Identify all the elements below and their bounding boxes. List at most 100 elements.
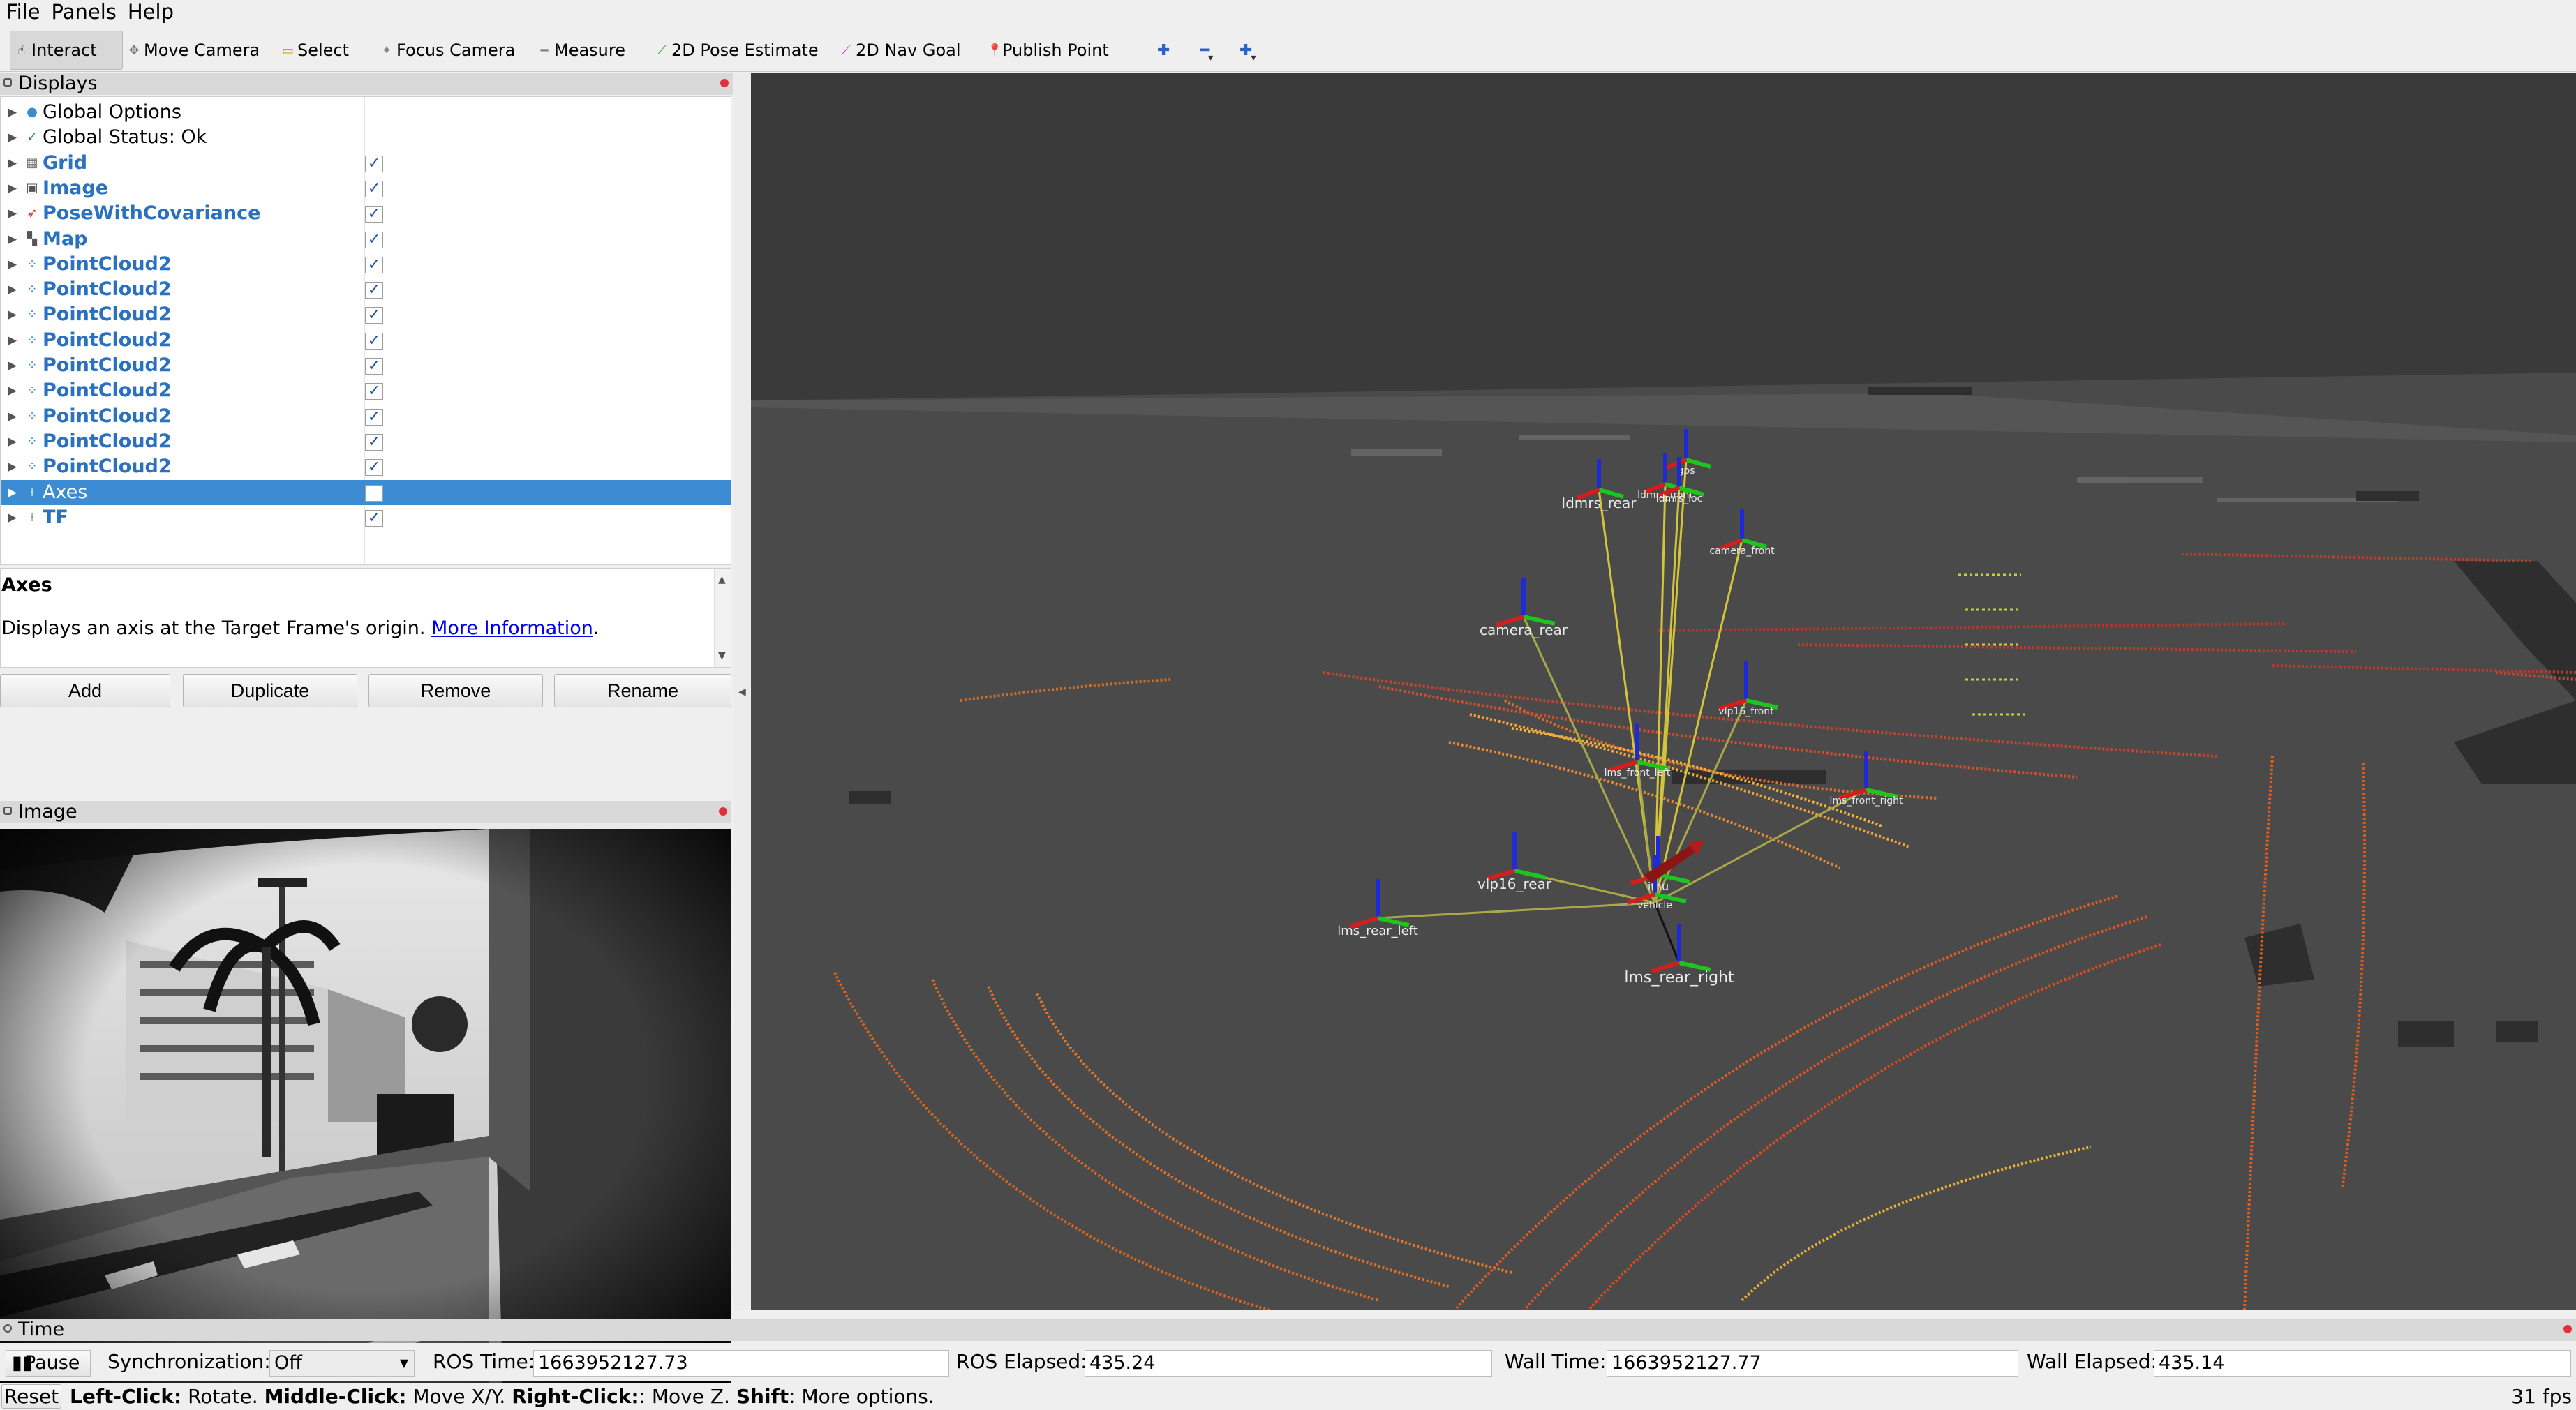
tool-interact[interactable]: ☝ Interact: [10, 31, 123, 70]
tf-frame-label: camera_rear: [1480, 622, 1568, 638]
menu-panels[interactable]: Panels: [45, 0, 121, 24]
pointcloud-icon: ⁘: [27, 383, 38, 398]
tool-move-camera[interactable]: ✥ Move Camera: [123, 31, 265, 70]
wall-elapsed-field[interactable]: 435.14: [2154, 1350, 2571, 1377]
expand-arrow-icon[interactable]: ▶: [8, 429, 17, 454]
tool-2d-pose-estimate[interactable]: ⟋ 2D Pose Estimate: [650, 31, 824, 70]
menu-file[interactable]: File: [0, 0, 45, 24]
tool-publish-point[interactable]: 📍 Publish Point: [981, 31, 1115, 70]
expand-arrow-icon[interactable]: ▶: [8, 302, 17, 327]
close-icon[interactable]: [720, 79, 729, 87]
ros-time-field[interactable]: 1663952127.73: [533, 1350, 949, 1377]
display-enable-checkbox[interactable]: ✓: [365, 383, 383, 400]
add-tool-icon[interactable]: ✚: [1152, 31, 1175, 70]
display-enable-checkbox[interactable]: ✓: [365, 408, 383, 426]
description-text: Displays an axis at the Target Frame's o…: [1, 617, 600, 639]
grid-icon: ▦: [26, 155, 38, 170]
pose-estimate-icon: ⟋: [657, 43, 667, 58]
expand-arrow-icon[interactable]: ▶: [8, 353, 17, 378]
display-item-pointcloud2[interactable]: ▶ ⁘ PointCloud2 ✓: [1, 277, 731, 302]
display-item-pointcloud2[interactable]: ▶ ⁘ PointCloud2 ✓: [1, 302, 731, 327]
remove-button[interactable]: Remove: [368, 674, 543, 707]
display-item-map[interactable]: ▶ ▚ Map ✓: [1, 227, 731, 252]
expand-arrow-icon[interactable]: ▶: [8, 378, 17, 403]
expand-arrow-icon[interactable]: ▶: [8, 404, 17, 429]
display-enable-checkbox[interactable]: ✓: [365, 282, 383, 299]
display-item-grid[interactable]: ▶ ▦ Grid ✓: [1, 151, 731, 176]
display-enable-checkbox[interactable]: ✓: [365, 307, 383, 324]
duplicate-button[interactable]: Duplicate: [183, 674, 357, 707]
display-item-axes[interactable]: ▶ ⟊ Axes: [1, 479, 731, 505]
tf-frame-label: vlp16_front: [1718, 706, 1774, 717]
expand-arrow-icon[interactable]: ▶: [8, 328, 17, 353]
expand-arrow-icon[interactable]: ▶: [8, 277, 17, 302]
nav-goal-icon: ⟋: [841, 43, 851, 58]
description-scrollbar[interactable]: ▲ ▼: [714, 569, 731, 667]
display-item-global-status-ok[interactable]: ▶ ✓ Global Status: Ok: [1, 125, 731, 150]
3d-viewport[interactable]: gpsldmrs_frontldmrs_locldmrs_rearcamera_…: [751, 73, 2576, 1310]
tool-measure[interactable]: ━ Measure: [533, 31, 631, 70]
expand-arrow-icon[interactable]: ▶: [8, 505, 17, 530]
display-item-label: PointCloud2: [43, 253, 172, 275]
expand-arrow-icon[interactable]: ▶: [8, 227, 17, 252]
close-icon[interactable]: [2563, 1325, 2572, 1333]
more-information-link[interactable]: More Information: [431, 617, 593, 639]
menu-bar: File Panels Help: [0, 0, 2576, 24]
pause-button[interactable]: ▮▮Pause: [6, 1350, 91, 1377]
pause-icon: ▮▮: [12, 1352, 33, 1374]
display-item-pointcloud2[interactable]: ▶ ⁘ PointCloud2 ✓: [1, 404, 731, 429]
display-enable-checkbox[interactable]: ✓: [365, 332, 383, 350]
display-item-label: PointCloud2: [43, 329, 172, 351]
display-item-label: Global Options: [43, 101, 181, 123]
expand-arrow-icon[interactable]: ▶: [8, 176, 17, 201]
add-button[interactable]: Add: [0, 674, 170, 707]
display-enable-checkbox[interactable]: ✓: [365, 509, 383, 527]
tf-frame-label: vlp16_rear: [1477, 876, 1552, 892]
display-enable-checkbox[interactable]: ✓: [365, 155, 383, 172]
display-item-pointcloud2[interactable]: ▶ ⁘ PointCloud2 ✓: [1, 429, 731, 454]
display-item-image[interactable]: ▶ ▣ Image ✓: [1, 176, 731, 201]
display-enable-checkbox[interactable]: ✓: [365, 459, 383, 477]
expand-arrow-icon[interactable]: ▶: [8, 201, 17, 226]
display-enable-checkbox[interactable]: ✓: [365, 358, 383, 375]
panel-splitter[interactable]: ◀: [734, 73, 751, 1310]
expand-arrow-icon[interactable]: ▶: [8, 454, 17, 479]
display-enable-checkbox[interactable]: ✓: [365, 206, 383, 223]
display-item-pointcloud2[interactable]: ▶ ⁘ PointCloud2 ✓: [1, 252, 731, 277]
display-enable-checkbox[interactable]: ✓: [365, 256, 383, 273]
tool-select[interactable]: ▭ Select: [276, 31, 355, 70]
close-icon[interactable]: [719, 807, 727, 816]
display-enable-checkbox[interactable]: ✓: [365, 180, 383, 197]
display-item-pointcloud2[interactable]: ▶ ⁘ PointCloud2 ✓: [1, 353, 731, 378]
display-item-posewithcovariance[interactable]: ▶ ➶ PoseWithCovariance ✓: [1, 201, 731, 226]
measure-icon: ━: [540, 43, 549, 58]
remove-tool-icon[interactable]: ━ ▾: [1195, 31, 1219, 70]
tool-focus-camera[interactable]: ✦ Focus Camera: [375, 31, 521, 70]
display-item-label: Image: [43, 177, 109, 199]
ros-elapsed-field[interactable]: 435.24: [1085, 1350, 1492, 1377]
tool-options-icon[interactable]: ✚ ▾: [1234, 31, 1261, 70]
wall-time-field[interactable]: 1663952127.77: [1607, 1350, 2018, 1377]
expand-arrow-icon[interactable]: ▶: [8, 151, 17, 176]
tool-2d-nav-goal[interactable]: ⟋ 2D Nav Goal: [835, 31, 967, 70]
panel-icon: [3, 78, 12, 87]
expand-arrow-icon[interactable]: ▶: [8, 480, 17, 505]
tf-frame-label: camera_front: [1709, 546, 1775, 557]
sync-select[interactable]: Off ▼: [269, 1350, 415, 1377]
display-item-pointcloud2[interactable]: ▶ ⁘ PointCloud2 ✓: [1, 378, 731, 403]
display-item-pointcloud2[interactable]: ▶ ⁘ PointCloud2 ✓: [1, 454, 731, 479]
time-controls: ▮▮Pause Synchronization: Off ▼ ROS Time: …: [0, 1343, 2576, 1381]
expand-arrow-icon[interactable]: ▶: [8, 125, 17, 150]
display-enable-checkbox[interactable]: ✓: [365, 231, 383, 248]
display-item-pointcloud2[interactable]: ▶ ⁘ PointCloud2 ✓: [1, 328, 731, 353]
expand-arrow-icon[interactable]: ▶: [8, 100, 17, 125]
display-item-global-options[interactable]: ▶ ● Global Options: [1, 100, 731, 125]
display-item-tf[interactable]: ▶ ⟊ TF ✓: [1, 505, 731, 530]
menu-help[interactable]: Help: [121, 0, 179, 24]
reset-button[interactable]: Reset: [1, 1384, 61, 1409]
expand-arrow-icon[interactable]: ▶: [8, 252, 17, 277]
rename-button[interactable]: Rename: [554, 674, 731, 707]
pointcloud-icon: ⁘: [27, 433, 38, 449]
display-enable-checkbox[interactable]: [365, 484, 383, 502]
display-enable-checkbox[interactable]: ✓: [365, 433, 383, 451]
